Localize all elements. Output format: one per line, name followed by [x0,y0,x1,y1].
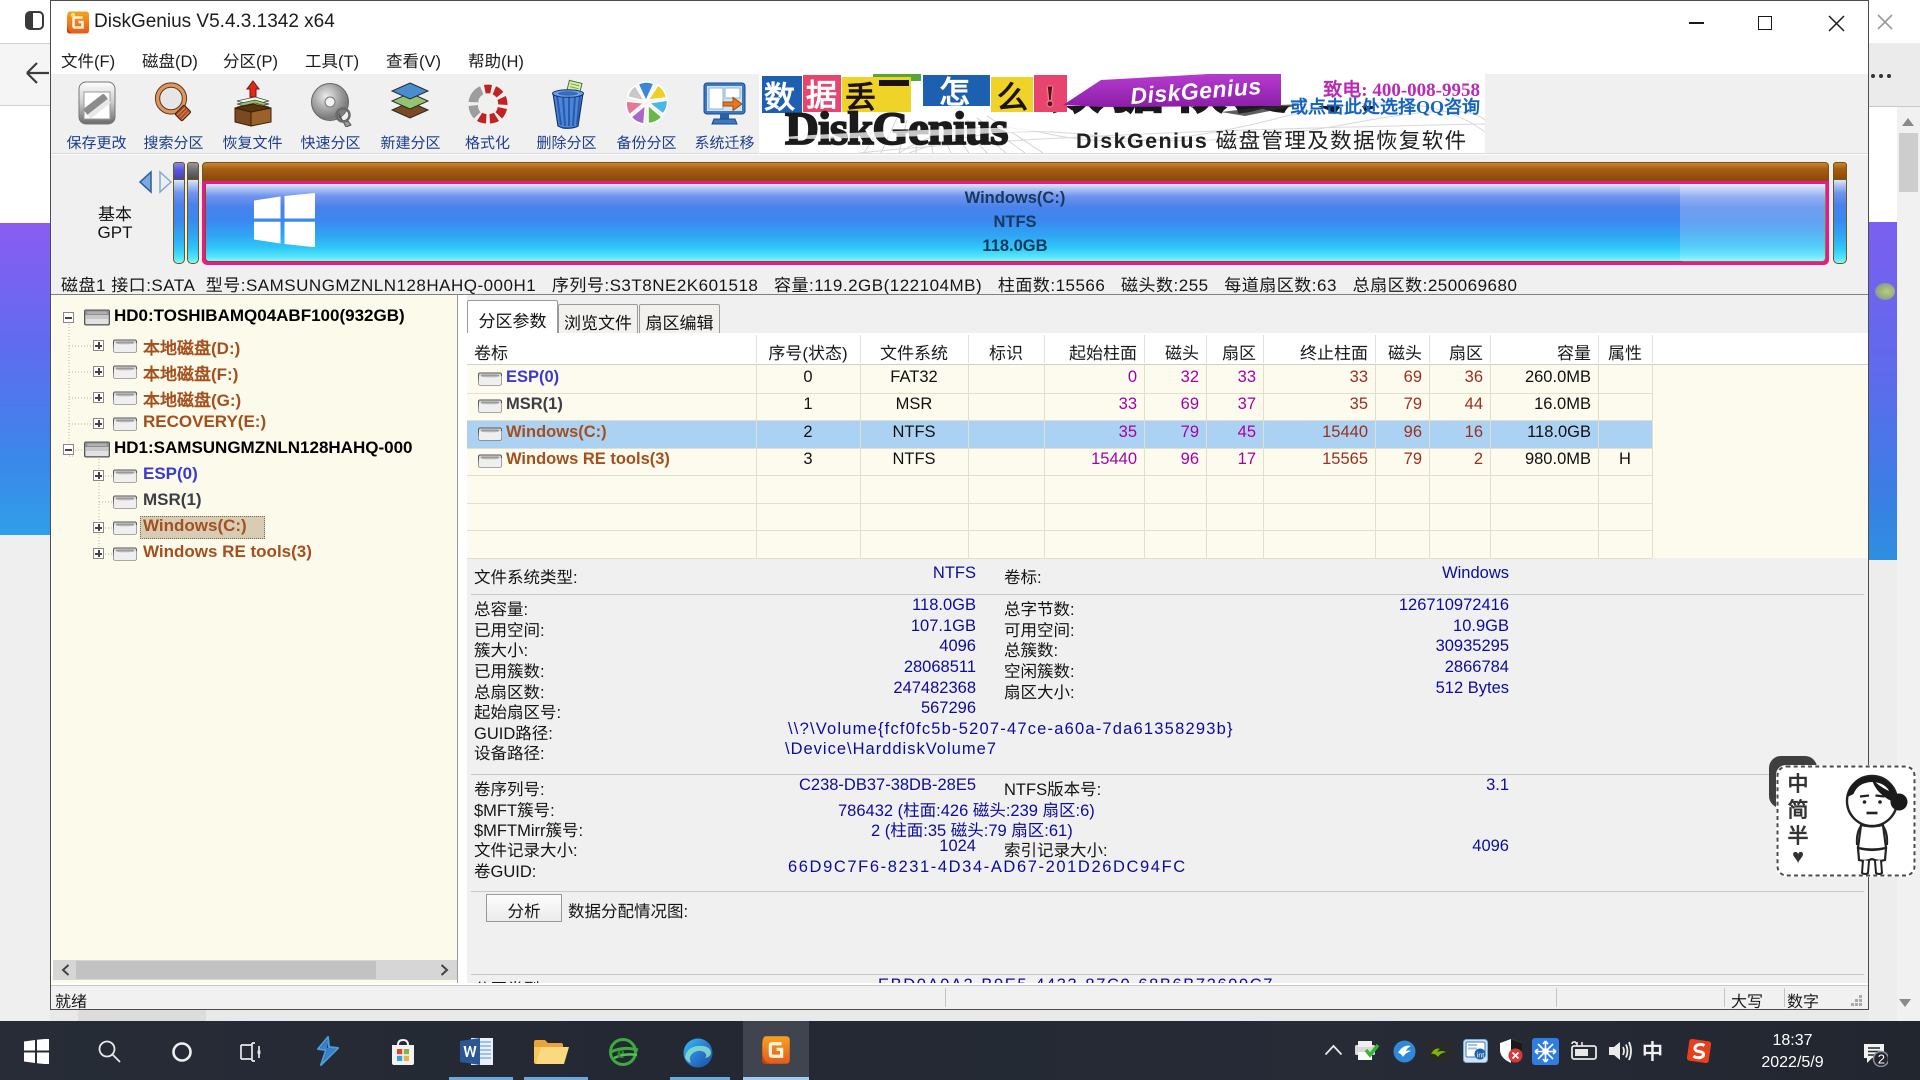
svg-text:int: int [1477,1052,1484,1059]
svg-text:2: 2 [1878,1052,1885,1067]
svg-text:e: e [617,1043,625,1062]
